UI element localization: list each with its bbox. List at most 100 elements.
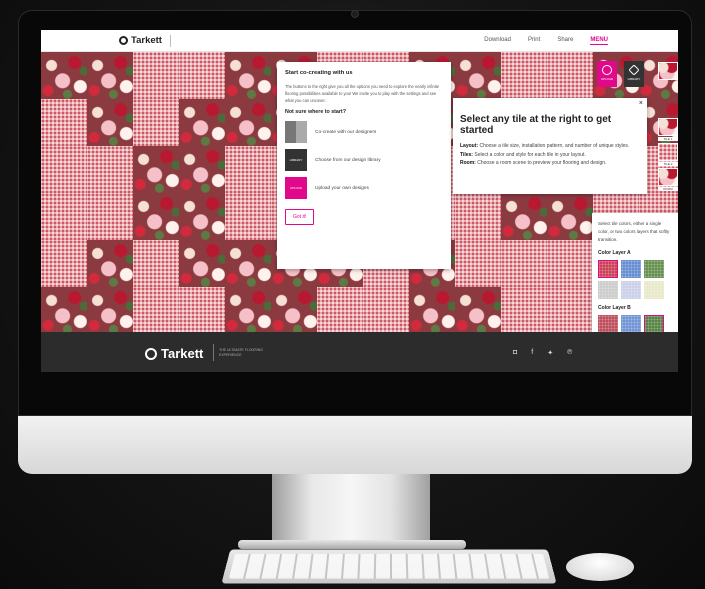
upload-tool-button[interactable]: UPLOAD (597, 61, 617, 87)
monitor-base (238, 540, 466, 549)
floor-tile[interactable] (225, 287, 273, 335)
floor-tile[interactable] (41, 240, 89, 288)
floor-tile[interactable] (41, 99, 89, 147)
floor-tile[interactable] (501, 193, 549, 241)
floor-tile[interactable] (501, 240, 549, 288)
color-swatch[interactable] (644, 281, 664, 299)
tarkett-logo-icon (119, 36, 128, 45)
floor-tile[interactable] (363, 287, 411, 335)
tarkett-logo-icon (145, 347, 157, 360)
floor-tile[interactable] (133, 146, 181, 194)
close-icon[interactable]: × (639, 100, 643, 107)
floor-tile[interactable] (133, 99, 181, 147)
floor-tile[interactable] (409, 287, 457, 335)
floor-tile[interactable] (87, 146, 135, 194)
get-started-title: Select any tile at the right to get star… (460, 114, 612, 136)
tile-2-thumb[interactable] (658, 143, 678, 161)
floor-tile[interactable] (133, 240, 181, 288)
footer-logo[interactable]: Tarkett (145, 346, 203, 361)
tiles-help-text: Select a color and style for each tile i… (474, 151, 586, 158)
nav-menu[interactable]: MENU (590, 37, 608, 45)
upload-tool-label: UPLOAD (600, 77, 614, 81)
keyboard (221, 549, 557, 584)
floor-tile[interactable] (225, 52, 273, 100)
footer-brand-name: Tarkett (161, 346, 204, 361)
floor-tile[interactable] (133, 52, 181, 100)
floor-tile[interactable] (87, 287, 135, 335)
option-upload[interactable]: UPLOAD Upload your own designs (285, 177, 443, 199)
floor-tile[interactable] (179, 287, 227, 335)
get-started-dialog: × Select any tile at the right to get st… (453, 98, 647, 194)
nav-print[interactable]: Print (528, 37, 540, 45)
floor-tile[interactable] (547, 287, 595, 335)
facebook-icon[interactable]: f (531, 349, 533, 357)
floor-tile[interactable] (179, 99, 227, 147)
floor-tile[interactable] (41, 287, 89, 335)
tiles-help-label: Tiles: (460, 151, 473, 158)
floor-tile[interactable] (179, 146, 227, 194)
color-swatch[interactable] (598, 260, 618, 278)
floor-tile[interactable] (133, 193, 181, 241)
top-nav: Download Print Share MENU (484, 37, 608, 45)
floor-tile[interactable] (225, 240, 273, 288)
floor-tile[interactable] (41, 146, 89, 194)
floor-tile[interactable] (547, 193, 595, 241)
floor-tile[interactable] (501, 287, 549, 335)
option-cocreate-label: Co-create with our designers (315, 129, 377, 135)
option-cocreate[interactable]: Co-create with our designers (285, 121, 443, 143)
floor-tile[interactable] (547, 52, 595, 100)
twitter-icon[interactable]: ✦ (547, 349, 553, 357)
color-swatch[interactable] (644, 315, 664, 333)
color-hint: Select tile colors, either a single colo… (598, 221, 670, 242)
header-divider (170, 35, 171, 47)
tile-2-label: TILE 2 (658, 162, 678, 166)
layout-thumb[interactable] (658, 62, 678, 80)
color-swatch[interactable] (621, 260, 641, 278)
room-thumb[interactable] (658, 168, 678, 186)
screen: Tarkett Download Print Share MENU UPLOAD… (41, 30, 678, 372)
floor-tile[interactable] (87, 240, 135, 288)
floor-tile[interactable] (41, 52, 89, 100)
color-swatch[interactable] (598, 281, 618, 299)
floor-tile[interactable] (225, 193, 273, 241)
floor-tile[interactable] (547, 240, 595, 288)
floor-tile[interactable] (455, 287, 503, 335)
color-layer-a-swatches (598, 260, 672, 299)
floor-tile[interactable] (455, 52, 503, 100)
color-swatch[interactable] (621, 315, 641, 333)
instagram-icon[interactable]: ◘ (513, 349, 517, 357)
layout-help-label: Layout: (460, 143, 479, 149)
floor-tile[interactable] (87, 193, 135, 241)
floor-tile[interactable] (317, 287, 365, 335)
library-tool-label: LIBRARY (627, 77, 641, 81)
cocreate-intro: The buttons to the right give you all th… (285, 84, 440, 103)
floor-tile[interactable] (133, 287, 181, 335)
floor-tile[interactable] (179, 240, 227, 288)
got-it-button[interactable]: Got it! (285, 209, 315, 225)
floor-tile[interactable] (455, 193, 503, 241)
cocreate-title: Start co-creating with us (285, 70, 353, 76)
mouse (566, 553, 634, 581)
floor-tile[interactable] (455, 240, 503, 288)
floor-tile[interactable] (225, 99, 273, 147)
floor-tile[interactable] (87, 99, 135, 147)
option-library[interactable]: LIBRARY Choose from our design library (285, 149, 443, 171)
floor-tile[interactable] (225, 146, 273, 194)
floor-tile[interactable] (501, 52, 549, 100)
floor-tile[interactable] (41, 193, 89, 241)
nav-download[interactable]: Download (484, 37, 511, 45)
brand-logo[interactable]: Tarkett (119, 35, 162, 46)
floor-tile[interactable] (179, 52, 227, 100)
pinterest-icon[interactable]: ℗ (567, 349, 572, 357)
tile-1-thumb[interactable] (658, 118, 678, 136)
floor-tile[interactable] (271, 287, 319, 335)
color-swatch[interactable] (598, 315, 618, 333)
color-swatch[interactable] (644, 260, 664, 278)
library-tool-button[interactable]: LIBRARY (624, 61, 644, 87)
nav-share[interactable]: Share (557, 37, 573, 45)
upload-icon: UPLOAD (285, 177, 307, 199)
color-swatch[interactable] (621, 281, 641, 299)
tiles-help: Tiles: Select a color and style for each… (460, 151, 640, 160)
floor-tile[interactable] (87, 52, 135, 100)
floor-tile[interactable] (179, 193, 227, 241)
